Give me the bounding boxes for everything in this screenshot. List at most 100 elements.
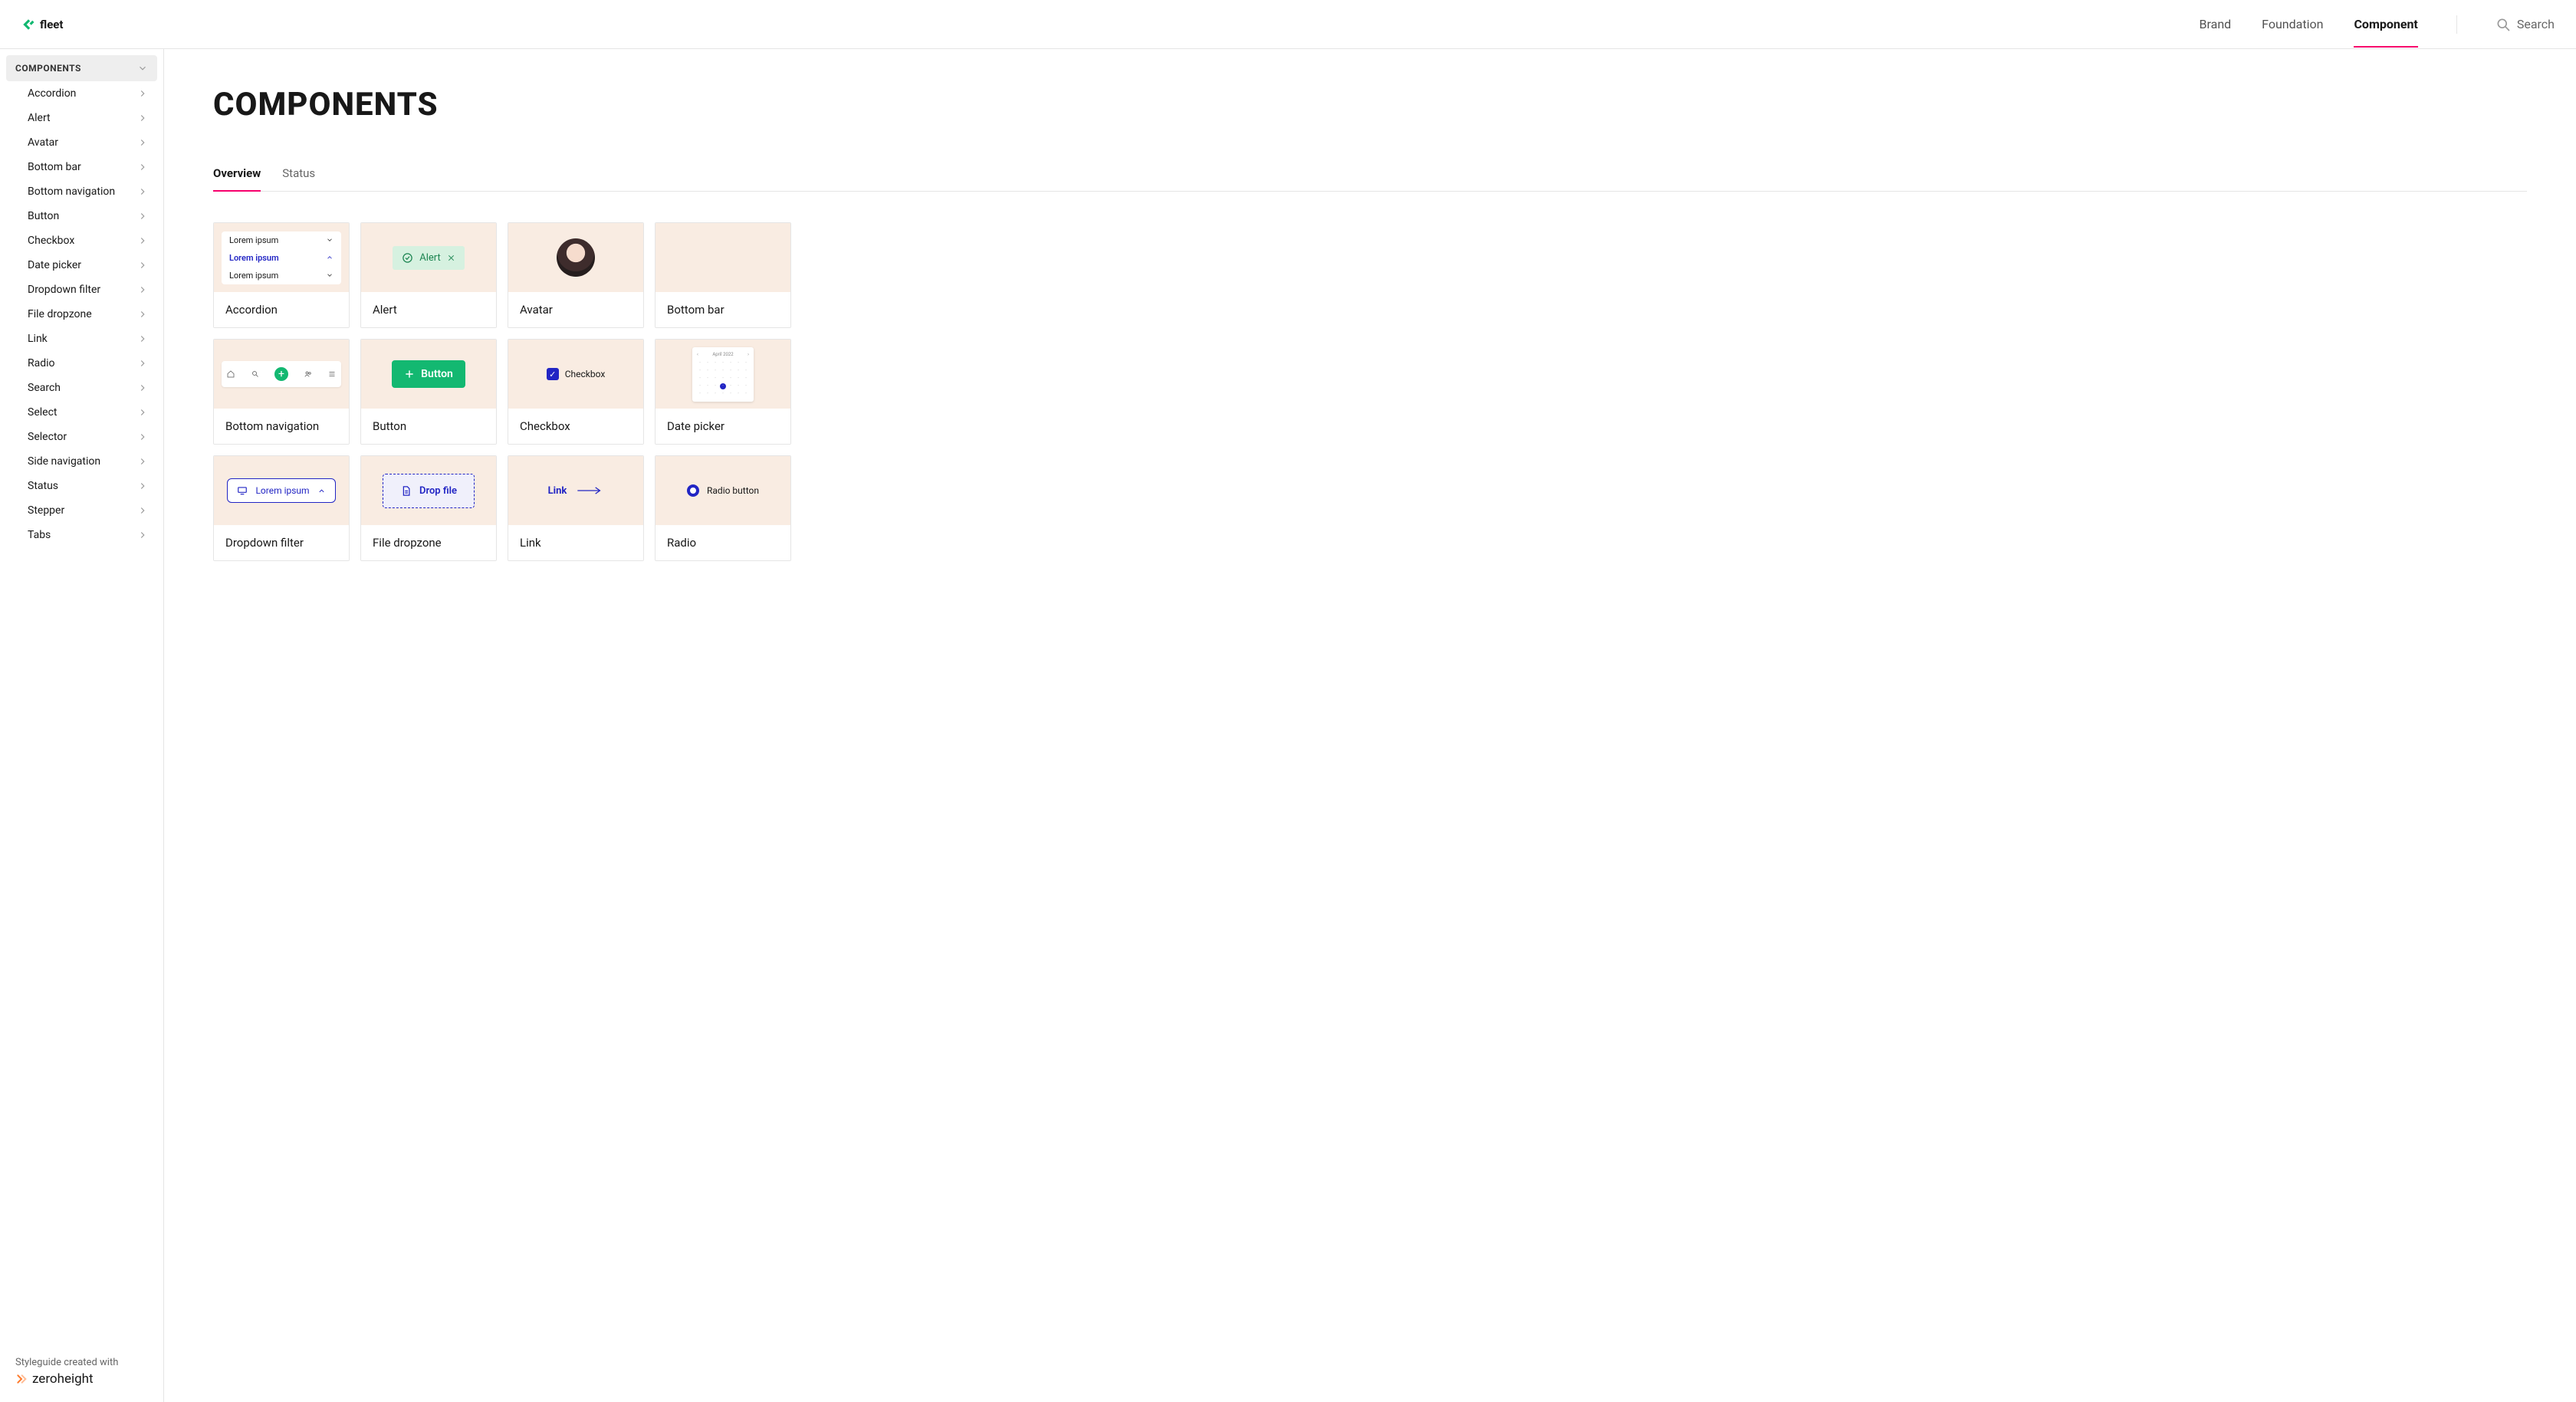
checkbox-text: Checkbox — [565, 369, 606, 379]
calendar-cell: · — [743, 391, 749, 397]
chevron-up-icon — [317, 487, 326, 495]
sidebar-item-label: Button — [28, 210, 59, 222]
link-text: Link — [548, 485, 567, 497]
chevron-down-icon — [137, 63, 148, 74]
search-button[interactable]: Search — [2496, 17, 2555, 32]
calendar-cell: · — [735, 360, 741, 366]
sidebar-item-radio[interactable]: Radio — [6, 351, 157, 376]
sidebar-item-file-dropzone[interactable]: File dropzone — [6, 302, 157, 327]
sidebar-item-tabs[interactable]: Tabs — [6, 523, 157, 547]
card-preview: Lorem ipsum — [214, 456, 349, 525]
card-label: File dropzone — [361, 525, 496, 560]
chevron-right-icon: › — [748, 352, 749, 357]
calendar-cell: · — [743, 376, 749, 382]
sidebar-item-dropdown-filter[interactable]: Dropdown filter — [6, 277, 157, 302]
calendar-cell: · — [697, 383, 703, 389]
tab-status[interactable]: Status — [282, 166, 315, 191]
calendar-cell: · — [705, 383, 711, 389]
card-radio[interactable]: Radio button Radio — [655, 455, 791, 561]
sidebar-item-link[interactable]: Link — [6, 327, 157, 351]
sidebar-item-label: File dropzone — [28, 308, 92, 320]
chevron-right-icon — [137, 407, 148, 418]
card-link[interactable]: Link Link — [508, 455, 644, 561]
calendar-cell: · — [720, 391, 726, 397]
calendar-cell: · — [735, 391, 741, 397]
sidebar-item-bottom-bar[interactable]: Bottom bar — [6, 155, 157, 179]
calendar-cell: · — [705, 360, 711, 366]
sidebar-item-checkbox[interactable]: Checkbox — [6, 228, 157, 253]
tab-overview[interactable]: Overview — [213, 166, 261, 191]
card-preview: Drop file — [361, 456, 496, 525]
nav-brand[interactable]: Brand — [2200, 2, 2232, 47]
sidebar-group-components[interactable]: COMPONENTS — [6, 55, 157, 81]
chevron-left-icon: ‹ — [697, 352, 698, 357]
card-file-dropzone[interactable]: Drop file File dropzone — [360, 455, 497, 561]
card-label: Accordion — [214, 292, 349, 327]
check-circle-icon — [402, 252, 413, 264]
calendar-cell: · — [720, 368, 726, 374]
card-preview — [656, 223, 790, 292]
card-checkbox[interactable]: ✓ Checkbox Checkbox — [508, 339, 644, 445]
calendar-cell: · — [720, 360, 726, 366]
card-date-picker[interactable]: ‹ April 2022 › ·························… — [655, 339, 791, 445]
calendar-cell: · — [697, 376, 703, 382]
calendar-cell: · — [728, 383, 734, 389]
sidebar-item-stepper[interactable]: Stepper — [6, 498, 157, 523]
chevron-right-icon — [137, 432, 148, 442]
card-bottom-bar[interactable]: Bottom bar — [655, 222, 791, 328]
sidebar-item-avatar[interactable]: Avatar — [6, 130, 157, 155]
zeroheight-brand[interactable]: zeroheight — [15, 1371, 148, 1387]
bottom-nav-preview: + — [222, 361, 341, 387]
search-icon — [2496, 17, 2511, 32]
sidebar-item-bottom-navigation[interactable]: Bottom navigation — [6, 179, 157, 204]
sidebar-item-select[interactable]: Select — [6, 400, 157, 425]
plus-icon: + — [274, 367, 288, 381]
calendar-cell: · — [705, 391, 711, 397]
sidebar-item-label: Dropdown filter — [28, 284, 100, 296]
card-dropdown-filter[interactable]: Lorem ipsum Dropdown filter — [213, 455, 350, 561]
plus-icon — [404, 369, 415, 379]
dropzone-preview: Drop file — [383, 474, 475, 508]
sidebar-item-label: Avatar — [28, 136, 58, 149]
dropdown-text: Lorem ipsum — [255, 485, 309, 496]
sidebar-item-label: Accordion — [28, 87, 76, 100]
calendar-cell: · — [712, 360, 718, 366]
sidebar-item-label: Link — [28, 333, 48, 345]
nav-component[interactable]: Component — [2354, 2, 2417, 47]
chevron-right-icon — [137, 113, 148, 123]
chevron-down-icon — [326, 271, 334, 279]
sidebar-item-status[interactable]: Status — [6, 474, 157, 498]
nav-foundation[interactable]: Foundation — [2262, 2, 2323, 47]
card-avatar[interactable]: Avatar — [508, 222, 644, 328]
checkbox-preview: ✓ Checkbox — [547, 368, 606, 380]
button-preview: Button — [392, 360, 465, 388]
sidebar-item-side-navigation[interactable]: Side navigation — [6, 449, 157, 474]
card-label: Radio — [656, 525, 790, 560]
sidebar-item-accordion[interactable]: Accordion — [6, 81, 157, 106]
checkbox-checked-icon: ✓ — [547, 368, 559, 380]
card-alert[interactable]: Alert Alert — [360, 222, 497, 328]
chevron-right-icon — [137, 333, 148, 344]
sidebar-item-selector[interactable]: Selector — [6, 425, 157, 449]
chevron-right-icon — [137, 309, 148, 320]
card-label: Dropdown filter — [214, 525, 349, 560]
calendar-preview: ‹ April 2022 › ·························… — [692, 347, 754, 402]
chevron-down-icon — [326, 236, 334, 244]
chevron-right-icon — [137, 530, 148, 540]
sidebar-item-label: Tabs — [28, 529, 51, 541]
component-grid: Lorem ipsum Lorem ipsum Lorem ipsum Acco… — [213, 222, 2527, 561]
card-bottom-navigation[interactable]: + Bottom navigation — [213, 339, 350, 445]
sidebar-item-search[interactable]: Search — [6, 376, 157, 400]
card-preview: ✓ Checkbox — [508, 340, 643, 409]
search-icon — [251, 369, 260, 379]
sidebar-item-button[interactable]: Button — [6, 204, 157, 228]
button-text: Button — [421, 368, 453, 380]
brand-logo[interactable]: fleet — [21, 18, 63, 31]
zeroheight-label: zeroheight — [32, 1371, 94, 1387]
card-button[interactable]: Button Button — [360, 339, 497, 445]
card-accordion[interactable]: Lorem ipsum Lorem ipsum Lorem ipsum Acco… — [213, 222, 350, 328]
card-preview: Lorem ipsum Lorem ipsum Lorem ipsum — [214, 223, 349, 292]
sidebar-item-date-picker[interactable]: Date picker — [6, 253, 157, 277]
sidebar-item-alert[interactable]: Alert — [6, 106, 157, 130]
page-tabs: Overview Status — [213, 166, 2527, 192]
